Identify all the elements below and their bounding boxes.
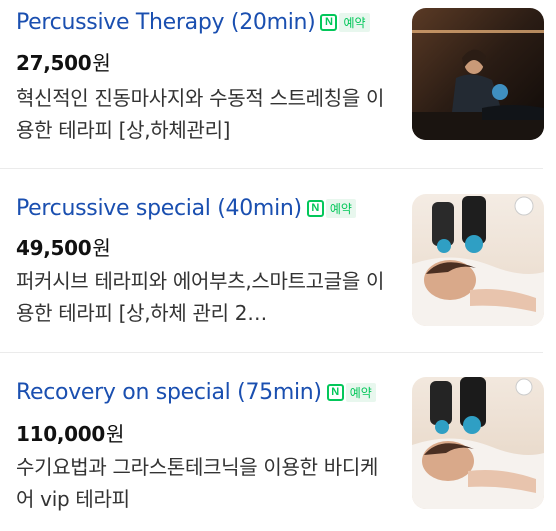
massage-photo-image — [412, 194, 544, 326]
item-description: 수기요법과 그라스톤테크닉을 이용한 바디케어 vip 테라피 — [16, 455, 379, 511]
item-title-row: Recovery on special (75min) N 예약 — [16, 380, 376, 405]
menu-item[interactable]: Recovery on special (75min) N 예약 110,000… — [0, 353, 556, 531]
naver-n-icon: N — [320, 14, 338, 31]
booking-badge-label: 예약 — [339, 13, 370, 32]
item-price: 27,500원 — [16, 47, 111, 76]
menu-list: Percussive Therapy (20min) N 예약 27,500원 … — [0, 0, 556, 531]
price-unit: 원 — [92, 51, 111, 75]
booking-badge[interactable]: N 예약 — [306, 199, 356, 219]
price-value: 110,000 — [16, 422, 105, 446]
price-unit: 원 — [106, 422, 125, 446]
booking-badge-label: 예약 — [345, 383, 376, 402]
massage-photo-image — [412, 377, 544, 509]
item-description: 혁신적인 진동마사지와 수동적 스트레칭을 이용한 테라피 [상,하체관리] — [16, 86, 385, 142]
item-thumbnail[interactable] — [412, 377, 544, 509]
item-price: 49,500원 — [16, 232, 111, 261]
item-thumbnail[interactable] — [412, 8, 544, 140]
item-title-link[interactable]: Percussive special (40min) — [16, 196, 302, 221]
menu-item[interactable]: Percussive special (40min) N 예약 49,500원 … — [0, 169, 556, 352]
menu-item[interactable]: Percussive Therapy (20min) N 예약 27,500원 … — [0, 0, 556, 168]
massage-photo-image — [412, 8, 544, 140]
item-title-row: Percussive special (40min) N 예약 — [16, 196, 356, 221]
item-title-link[interactable]: Recovery on special (75min) — [16, 380, 322, 405]
price-value: 27,500 — [16, 51, 92, 75]
naver-n-icon: N — [326, 384, 344, 401]
price-value: 49,500 — [16, 236, 92, 260]
item-title-link[interactable]: Percussive Therapy (20min) — [16, 10, 316, 35]
price-unit: 원 — [92, 236, 111, 260]
item-title-row: Percussive Therapy (20min) N 예약 — [16, 10, 370, 35]
item-description: 퍼커시브 테라피와 에어부츠,스마트고글을 이용한 테라피 [상,하체 관리 2… — [16, 269, 385, 325]
item-thumbnail[interactable] — [412, 194, 544, 326]
booking-badge[interactable]: N 예약 — [320, 13, 370, 33]
item-price: 110,000원 — [16, 418, 124, 447]
naver-n-icon: N — [306, 200, 324, 217]
booking-badge[interactable]: N 예약 — [326, 383, 376, 403]
booking-badge-label: 예약 — [325, 199, 356, 218]
